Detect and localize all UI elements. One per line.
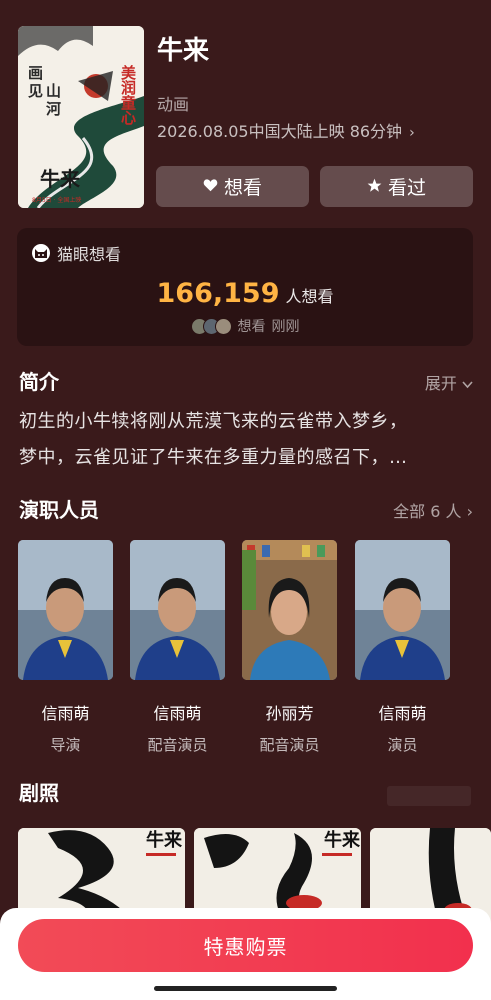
want-count-suffix: 人想看 bbox=[285, 287, 334, 306]
movie-poster[interactable]: 美润童心 画见 山河 牛来 8月5日 · 全国上映 bbox=[18, 26, 144, 208]
release-info[interactable]: 2026.08.05中国大陆上映 86分钟 › bbox=[157, 118, 415, 142]
still-label: 牛来 bbox=[324, 829, 361, 851]
movie-genre: 动画 bbox=[157, 95, 190, 114]
intro-line: 梦中，云雀见证了牛来在多重力量的感召下，… bbox=[19, 447, 408, 468]
cast-photo bbox=[130, 540, 225, 680]
movie-title: 牛来 bbox=[157, 36, 210, 66]
cast-photo bbox=[18, 540, 113, 680]
intro-text[interactable]: 初生的小牛犊将刚从荒漠飞来的云雀带入梦乡， 梦中，云雀见证了牛来在多重力量的感召… bbox=[19, 404, 473, 476]
cast-all-button[interactable]: 全部 6 人 › bbox=[393, 498, 473, 522]
poster-top-text: 美润童心 bbox=[121, 64, 137, 127]
intro-line: 初生的小牛犊将刚从荒漠飞来的云雀带入梦乡， bbox=[19, 411, 408, 432]
stills-more-button[interactable] bbox=[387, 786, 471, 806]
chevron-down-icon bbox=[462, 374, 473, 393]
heart-icon bbox=[203, 178, 218, 195]
still-label: 牛来 bbox=[146, 829, 183, 851]
cast-member[interactable]: 信雨萌 演员 bbox=[355, 540, 450, 755]
intro-title: 简介 bbox=[19, 370, 59, 394]
cast-name: 信雨萌 bbox=[378, 704, 427, 723]
cast-member[interactable]: 信雨萌 导演 bbox=[18, 540, 113, 755]
home-indicator[interactable] bbox=[154, 986, 337, 991]
cast-member[interactable]: 孙丽芳 配音演员 bbox=[242, 540, 337, 755]
chevron-right-icon: › bbox=[466, 502, 473, 521]
cast-role: 演员 bbox=[387, 736, 418, 754]
seen-label: 看过 bbox=[387, 177, 426, 199]
stills-title: 剧照 bbox=[19, 781, 59, 805]
cast-title: 演职人员 bbox=[19, 498, 99, 522]
star-icon bbox=[367, 178, 382, 196]
chevron-right-icon: › bbox=[409, 125, 415, 141]
poster-title-text: 牛来 bbox=[40, 167, 81, 191]
source-label: 猫眼想看 bbox=[57, 245, 122, 264]
cast-name: 信雨萌 bbox=[41, 704, 90, 723]
want-label: 想看 bbox=[223, 177, 262, 199]
cast-role: 导演 bbox=[50, 736, 81, 754]
avatar bbox=[214, 317, 232, 335]
expand-button[interactable]: 展开 bbox=[425, 370, 473, 394]
cast-role: 配音演员 bbox=[147, 736, 208, 754]
release-text: 2026.08.05中国大陆上映 86分钟 bbox=[157, 122, 403, 141]
cast-name: 信雨萌 bbox=[153, 704, 202, 723]
recent-label: 想看 bbox=[237, 319, 266, 335]
cast-photo bbox=[355, 540, 450, 680]
want-to-watch-button[interactable]: 想看 bbox=[156, 166, 309, 207]
maoyan-cat-icon bbox=[32, 244, 50, 262]
buy-ticket-button[interactable]: 特惠购票 bbox=[18, 919, 473, 972]
watched-button[interactable]: 看过 bbox=[320, 166, 473, 207]
cast-all-label: 全部 6 人 bbox=[393, 502, 462, 521]
cast-photo bbox=[242, 540, 337, 680]
cast-role: 配音演员 bbox=[259, 736, 320, 754]
cast-name: 孙丽芳 bbox=[265, 704, 314, 723]
poster-date-text: 8月5日 · 全国上映 bbox=[32, 196, 81, 204]
want-count-card[interactable]: 猫眼想看 166,159 人想看 想看 刚刚 bbox=[17, 228, 473, 346]
want-count: 166,159 bbox=[156, 278, 280, 309]
recent-avatars bbox=[190, 317, 232, 335]
cast-member[interactable]: 信雨萌 配音演员 bbox=[130, 540, 225, 755]
recent-time: 刚刚 bbox=[271, 319, 300, 335]
expand-label: 展开 bbox=[424, 374, 457, 393]
